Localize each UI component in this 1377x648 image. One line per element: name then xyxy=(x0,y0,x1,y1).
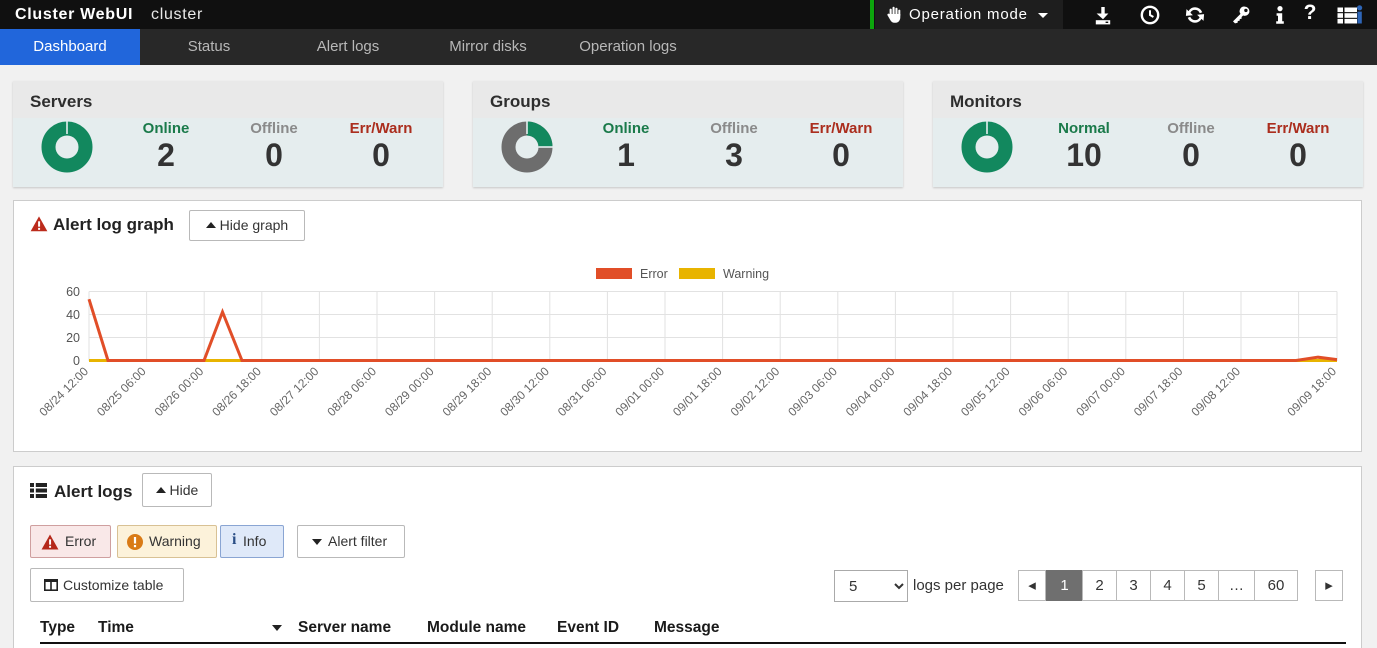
svg-text:09/07 00:00: 09/07 00:00 xyxy=(1073,364,1128,419)
svg-text:08/30 12:00: 08/30 12:00 xyxy=(497,364,552,419)
svg-text:09/04 18:00: 09/04 18:00 xyxy=(900,364,955,419)
svg-text:08/25 06:00: 08/25 06:00 xyxy=(94,364,149,419)
svg-text:08/24 12:00: 08/24 12:00 xyxy=(36,364,91,419)
svg-text:09/04 00:00: 09/04 00:00 xyxy=(843,364,898,419)
svg-text:08/29 18:00: 08/29 18:00 xyxy=(440,364,495,419)
svg-text:08/27 12:00: 08/27 12:00 xyxy=(267,364,322,419)
svg-text:08/26 00:00: 08/26 00:00 xyxy=(152,364,207,419)
svg-text:09/02 12:00: 09/02 12:00 xyxy=(728,364,783,419)
svg-text:60: 60 xyxy=(66,285,80,299)
svg-text:09/05 12:00: 09/05 12:00 xyxy=(958,364,1013,419)
svg-text:09/03 06:00: 09/03 06:00 xyxy=(785,364,840,419)
svg-text:08/26 18:00: 08/26 18:00 xyxy=(209,364,264,419)
svg-text:09/07 18:00: 09/07 18:00 xyxy=(1131,364,1186,419)
svg-text:08/28 06:00: 08/28 06:00 xyxy=(324,364,379,419)
svg-text:08/31 06:00: 08/31 06:00 xyxy=(555,364,610,419)
svg-text:20: 20 xyxy=(66,331,80,345)
svg-text:09/09 18:00: 09/09 18:00 xyxy=(1284,364,1339,419)
svg-text:40: 40 xyxy=(66,308,80,322)
svg-text:09/01 18:00: 09/01 18:00 xyxy=(670,364,725,419)
svg-text:09/08 12:00: 09/08 12:00 xyxy=(1188,364,1243,419)
svg-text:09/06 06:00: 09/06 06:00 xyxy=(1016,364,1071,419)
svg-text:Warning: Warning xyxy=(723,267,769,281)
svg-text:08/29 00:00: 08/29 00:00 xyxy=(382,364,437,419)
svg-text:09/01 00:00: 09/01 00:00 xyxy=(612,364,667,419)
svg-text:Error: Error xyxy=(640,267,668,281)
